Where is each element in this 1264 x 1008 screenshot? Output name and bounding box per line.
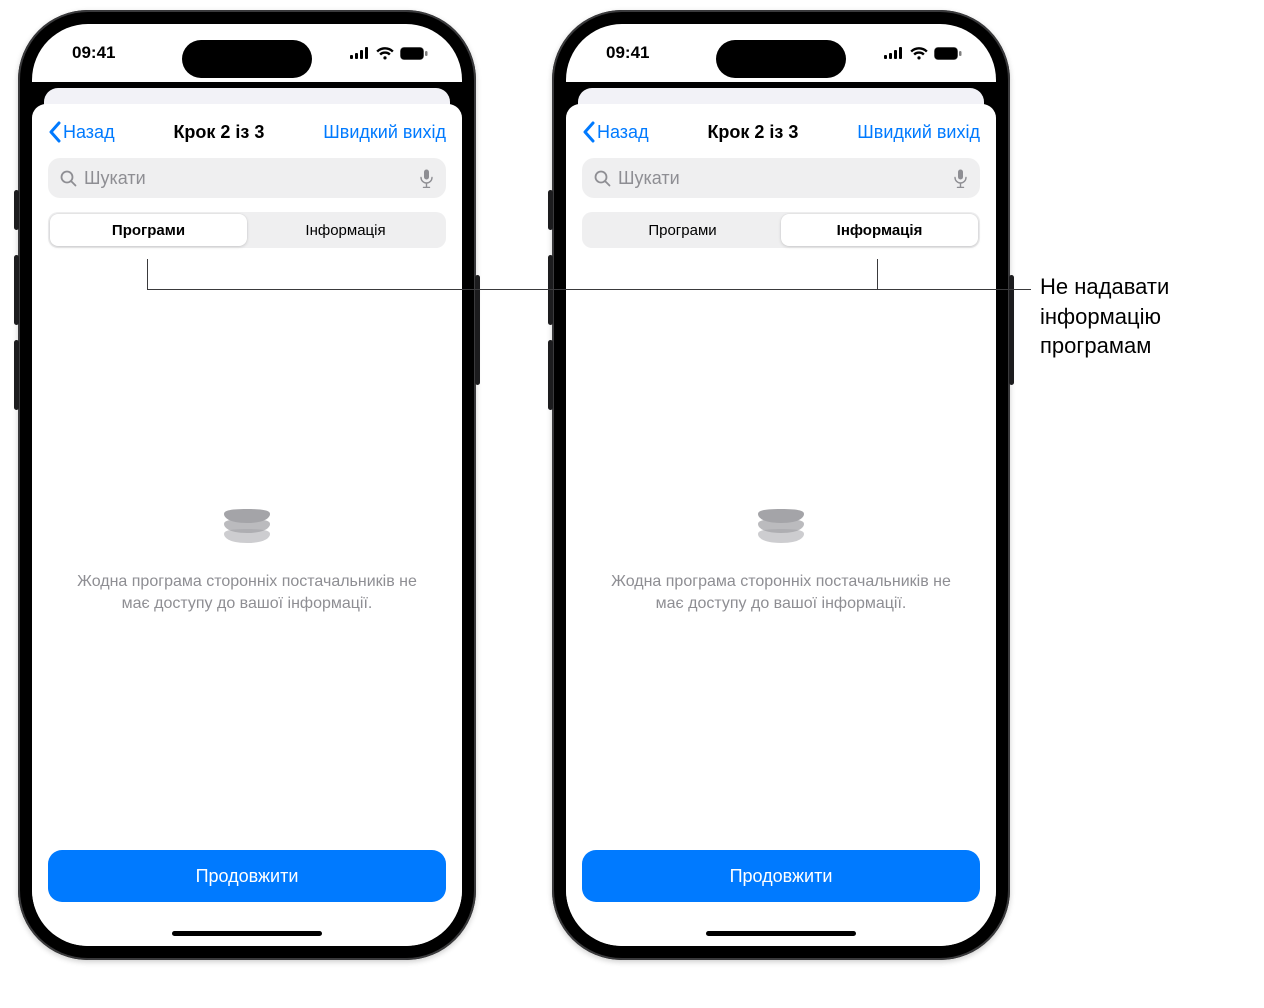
stack-icon <box>216 500 278 555</box>
status-icons <box>350 47 428 60</box>
battery-icon <box>934 47 962 60</box>
tab-info[interactable]: Інформація <box>247 214 444 246</box>
dynamic-island <box>182 40 312 78</box>
battery-icon <box>400 47 428 60</box>
page-title: Крок 2 із 3 <box>707 122 798 143</box>
tab-apps[interactable]: Програми <box>50 214 247 246</box>
callout-leader <box>147 259 148 289</box>
modal-sheet: Назад Крок 2 із 3 Швидкий вихід Шукати П… <box>32 104 462 946</box>
search-icon <box>58 170 78 187</box>
modal-sheet: Назад Крок 2 із 3 Швидкий вихід Шукати П… <box>566 104 996 946</box>
phone-screen: 09:41 Назад Крок 2 із 3 Швидкий вихід <box>566 24 996 946</box>
tab-apps-label: Програми <box>112 222 185 239</box>
page-title: Крок 2 із 3 <box>173 122 264 143</box>
search-icon <box>592 170 612 187</box>
segmented-control: Програми Інформація <box>582 212 980 248</box>
phone-screen: 09:41 Назад Крок 2 із 3 Швидкий вихід <box>32 24 462 946</box>
search-placeholder: Шукати <box>612 168 950 189</box>
power-button <box>475 275 480 385</box>
documentation-figure: 09:41 Назад Крок 2 із 3 Швидкий вихід <box>0 0 1264 1008</box>
callout-leader <box>877 259 878 289</box>
search-placeholder: Шукати <box>78 168 416 189</box>
empty-message: Жодна програма сторонніх постачальників … <box>68 571 426 614</box>
cellular-icon <box>884 47 904 59</box>
continue-button[interactable]: Продовжити <box>48 850 446 902</box>
home-indicator[interactable] <box>706 931 856 936</box>
volume-up-button <box>14 255 19 325</box>
volume-down-button <box>548 340 553 410</box>
empty-state: Жодна програма сторонніх постачальників … <box>582 248 980 946</box>
volume-up-button <box>548 255 553 325</box>
stack-icon <box>750 500 812 555</box>
callout-leader <box>147 289 1031 290</box>
search-input[interactable]: Шукати <box>582 158 980 198</box>
empty-message: Жодна програма сторонніх постачальників … <box>602 571 960 614</box>
nav-bar: Назад Крок 2 із 3 Швидкий вихід <box>48 108 446 156</box>
status-icons <box>884 47 962 60</box>
phone-mockup-right: 09:41 Назад Крок 2 із 3 Швидкий вихід <box>552 10 1010 960</box>
tab-info-label: Інформація <box>837 222 923 239</box>
volume-switch <box>14 190 19 230</box>
nav-bar: Назад Крок 2 із 3 Швидкий вихід <box>582 108 980 156</box>
status-time: 09:41 <box>606 43 649 63</box>
back-button[interactable]: Назад <box>48 121 115 143</box>
status-time: 09:41 <box>72 43 115 63</box>
search-input[interactable]: Шукати <box>48 158 446 198</box>
back-label: Назад <box>63 122 115 143</box>
back-label: Назад <box>597 122 649 143</box>
tab-apps[interactable]: Програми <box>584 214 781 246</box>
wifi-icon <box>910 47 928 60</box>
continue-label: Продовжити <box>196 866 299 887</box>
segmented-control: Програми Інформація <box>48 212 446 248</box>
dynamic-island <box>716 40 846 78</box>
back-button[interactable]: Назад <box>582 121 649 143</box>
volume-down-button <box>14 340 19 410</box>
cellular-icon <box>350 47 370 59</box>
power-button <box>1009 275 1014 385</box>
dictate-icon[interactable] <box>950 169 970 188</box>
tab-info[interactable]: Інформація <box>781 214 978 246</box>
tab-info-label: Інформація <box>305 222 385 239</box>
phone-mockup-left: 09:41 Назад Крок 2 із 3 Швидкий вихід <box>18 10 476 960</box>
wifi-icon <box>376 47 394 60</box>
quick-exit-button[interactable]: Швидкий вихід <box>857 122 980 143</box>
quick-exit-button[interactable]: Швидкий вихід <box>323 122 446 143</box>
chevron-left-icon <box>48 121 61 143</box>
chevron-left-icon <box>582 121 595 143</box>
volume-switch <box>548 190 553 230</box>
continue-button[interactable]: Продовжити <box>582 850 980 902</box>
home-indicator[interactable] <box>172 931 322 936</box>
empty-state: Жодна програма сторонніх постачальників … <box>48 248 446 946</box>
callout-label: Не надавати інформацію програмам <box>1040 272 1250 361</box>
tab-apps-label: Програми <box>648 222 716 239</box>
continue-label: Продовжити <box>730 866 833 887</box>
dictate-icon[interactable] <box>416 169 436 188</box>
